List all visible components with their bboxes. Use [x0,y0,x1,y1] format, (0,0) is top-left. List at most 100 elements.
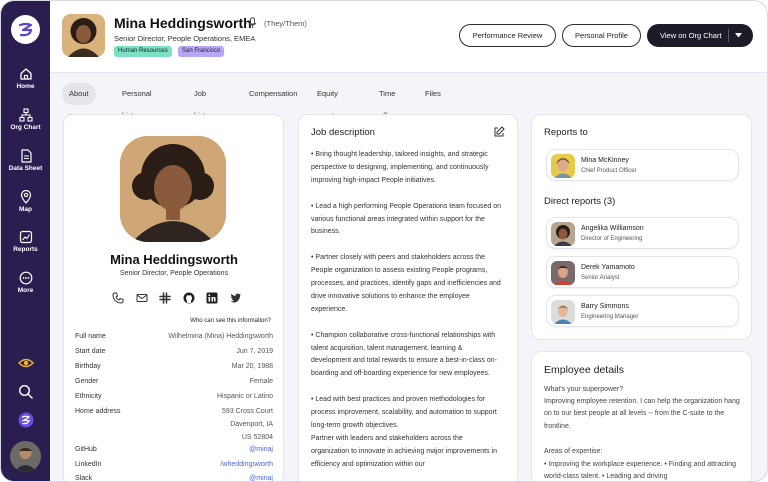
reports-icon [19,230,32,244]
profile-photo [62,14,105,57]
field-value: Davenport, IA [230,421,273,428]
job-description-paragraph: • Bring thought leadership, tailored ins… [311,151,489,184]
github-link[interactable]: @minaj [249,446,273,453]
superpower-answer: Improving employee retention. I can help… [544,398,740,430]
sidebar-item-org-chart[interactable]: Org Chart [1,108,50,131]
job-description-card: Job description • Bring thought leadersh… [298,114,518,481]
profile-card: Mina Heddingsworth Senior Director, Peop… [63,114,284,481]
sidebar-item-label: Data Sheet [8,165,43,172]
slack-icon[interactable] [159,292,171,304]
field-value: Mar 20, 1988 [231,363,273,370]
profile-card-name: Mina Heddingsworth [110,252,238,267]
person-avatar [551,300,575,324]
profile-card-title: Senior Director, People Operations [119,270,229,277]
field-label: GitHub [75,446,97,453]
tab-time-off[interactable]: Time off [372,83,402,120]
job-description-paragraph: • Champion collaborative cross-functiona… [311,331,497,378]
manager-card[interactable]: Mina McKinney Chief Product Officer [546,149,739,181]
employee-details-heading: Employee details [544,364,624,376]
field-ethnicity: Ethnicity Hispanic or Latino [75,393,273,406]
job-description-paragraph: • Partner closely with peers and stakeho… [311,254,501,313]
edit-icon[interactable] [493,126,505,138]
field-home-address: Home address 593 Cross Court [75,408,273,421]
sidebar-item-reports[interactable]: Reports [1,230,50,253]
phone-icon[interactable] [112,292,124,304]
email-icon[interactable] [136,292,148,304]
search-icon [18,384,33,399]
avatar-image [10,441,41,472]
sidebar: Home Org Chart Data Sheet Map Reports Mo… [1,1,50,481]
direct-report-card[interactable]: Barry Simmons Engineering Manager [546,295,739,327]
field-linkedin: LinkedIn/wheddingsworth [75,461,273,474]
job-description-paragraph: • Lead a high performing People Operatio… [311,202,502,236]
profile-name: Mina Heddingsworth [114,15,252,31]
tab-personal-history[interactable]: Personal history [115,83,159,120]
field-label: Gender [75,378,99,385]
tab-files[interactable]: Files [418,83,448,105]
linkedin-link[interactable]: /wheddingsworth [220,461,273,468]
avatar-image [551,261,575,285]
person-avatar [551,154,575,178]
avatar-image [551,222,575,246]
tab-about-me[interactable]: About me [62,83,96,120]
field-value: Jun 7, 2019 [236,348,273,355]
direct-report-card[interactable]: Angelika Williamson Director of Engineer… [546,217,739,249]
header-avatar [62,14,105,57]
app-logo[interactable] [11,15,40,44]
sidebar-item-home[interactable]: Home [1,67,50,90]
visibility-link[interactable]: Who can see this information? [190,318,271,324]
sidebar-item-label: Home [16,83,35,90]
field-label: LinkedIn [75,461,102,468]
sidebar-item-label: Reports [13,246,38,253]
chevron-down-icon[interactable] [735,33,742,38]
social-links [112,292,242,304]
slack-link[interactable]: @minaj [249,475,273,481]
department-tag[interactable]: Human Resources [114,46,172,57]
person-role: Chief Product Officer [581,168,637,174]
twitter-icon[interactable] [230,292,242,304]
sidebar-item-data-sheet[interactable]: Data Sheet [1,149,50,172]
job-description-paragraph: Partner with leaders and stakeholders ac… [311,434,497,468]
superpower-question: What's your superpower? [544,386,624,393]
sidebar-eye-button[interactable] [1,356,50,370]
direct-report-card[interactable]: Derek Yamamoto Senior Analyst [546,256,739,288]
sidebar-brand-button[interactable] [1,412,50,428]
tab-compensation[interactable]: Compensation [242,83,304,105]
person-role: Engineering Manager [581,314,639,320]
field-slack: Slack @minaj [75,475,273,481]
direct-reports-heading: Direct reports (3) [544,196,616,207]
view-org-chart-button[interactable]: View on Org Chart [647,24,753,47]
expertise-question: Areas of expertise: [544,448,603,455]
reports-card: Reports to Mina McKinney Chief Product O… [531,114,752,340]
tab-job-history[interactable]: Job history [187,83,223,120]
employee-details-card: Employee details What's your superpower?… [531,351,752,481]
sidebar-item-map[interactable]: Map [1,190,50,213]
field-value: Hispanic or Latino [216,393,273,400]
home-icon [19,68,32,80]
sidebar-search-button[interactable] [1,384,50,399]
personal-profile-button[interactable]: Personal Profile [562,24,641,47]
avatar-image [551,300,575,324]
field-value: Wilhelmina (Mina) Heddingsworth [168,333,273,340]
field-address-line-2: Davenport, IA [75,421,273,434]
microphone-icon[interactable] [248,17,257,29]
field-value: Female [249,378,273,385]
profile-photo-large [120,136,226,242]
brand-icon [18,412,33,428]
person-avatar [551,261,575,285]
field-label: Home address [75,408,121,415]
field-label: Birthday [75,363,101,370]
button-divider [728,29,729,42]
location-tag[interactable]: San Francisco [178,46,225,57]
github-icon[interactable] [183,292,195,304]
profile-photo [120,136,226,242]
sidebar-item-more[interactable]: More [1,271,50,294]
data-sheet-icon [20,149,32,163]
person-name: Mina McKinney [581,157,629,164]
avatar-image [551,154,575,178]
tab-equity-grants[interactable]: Equity grants [310,83,345,120]
performance-review-button[interactable]: Performance Review [459,24,556,47]
linkedin-icon[interactable] [206,292,218,304]
field-label: Start date [75,348,106,355]
user-avatar[interactable] [10,441,41,472]
